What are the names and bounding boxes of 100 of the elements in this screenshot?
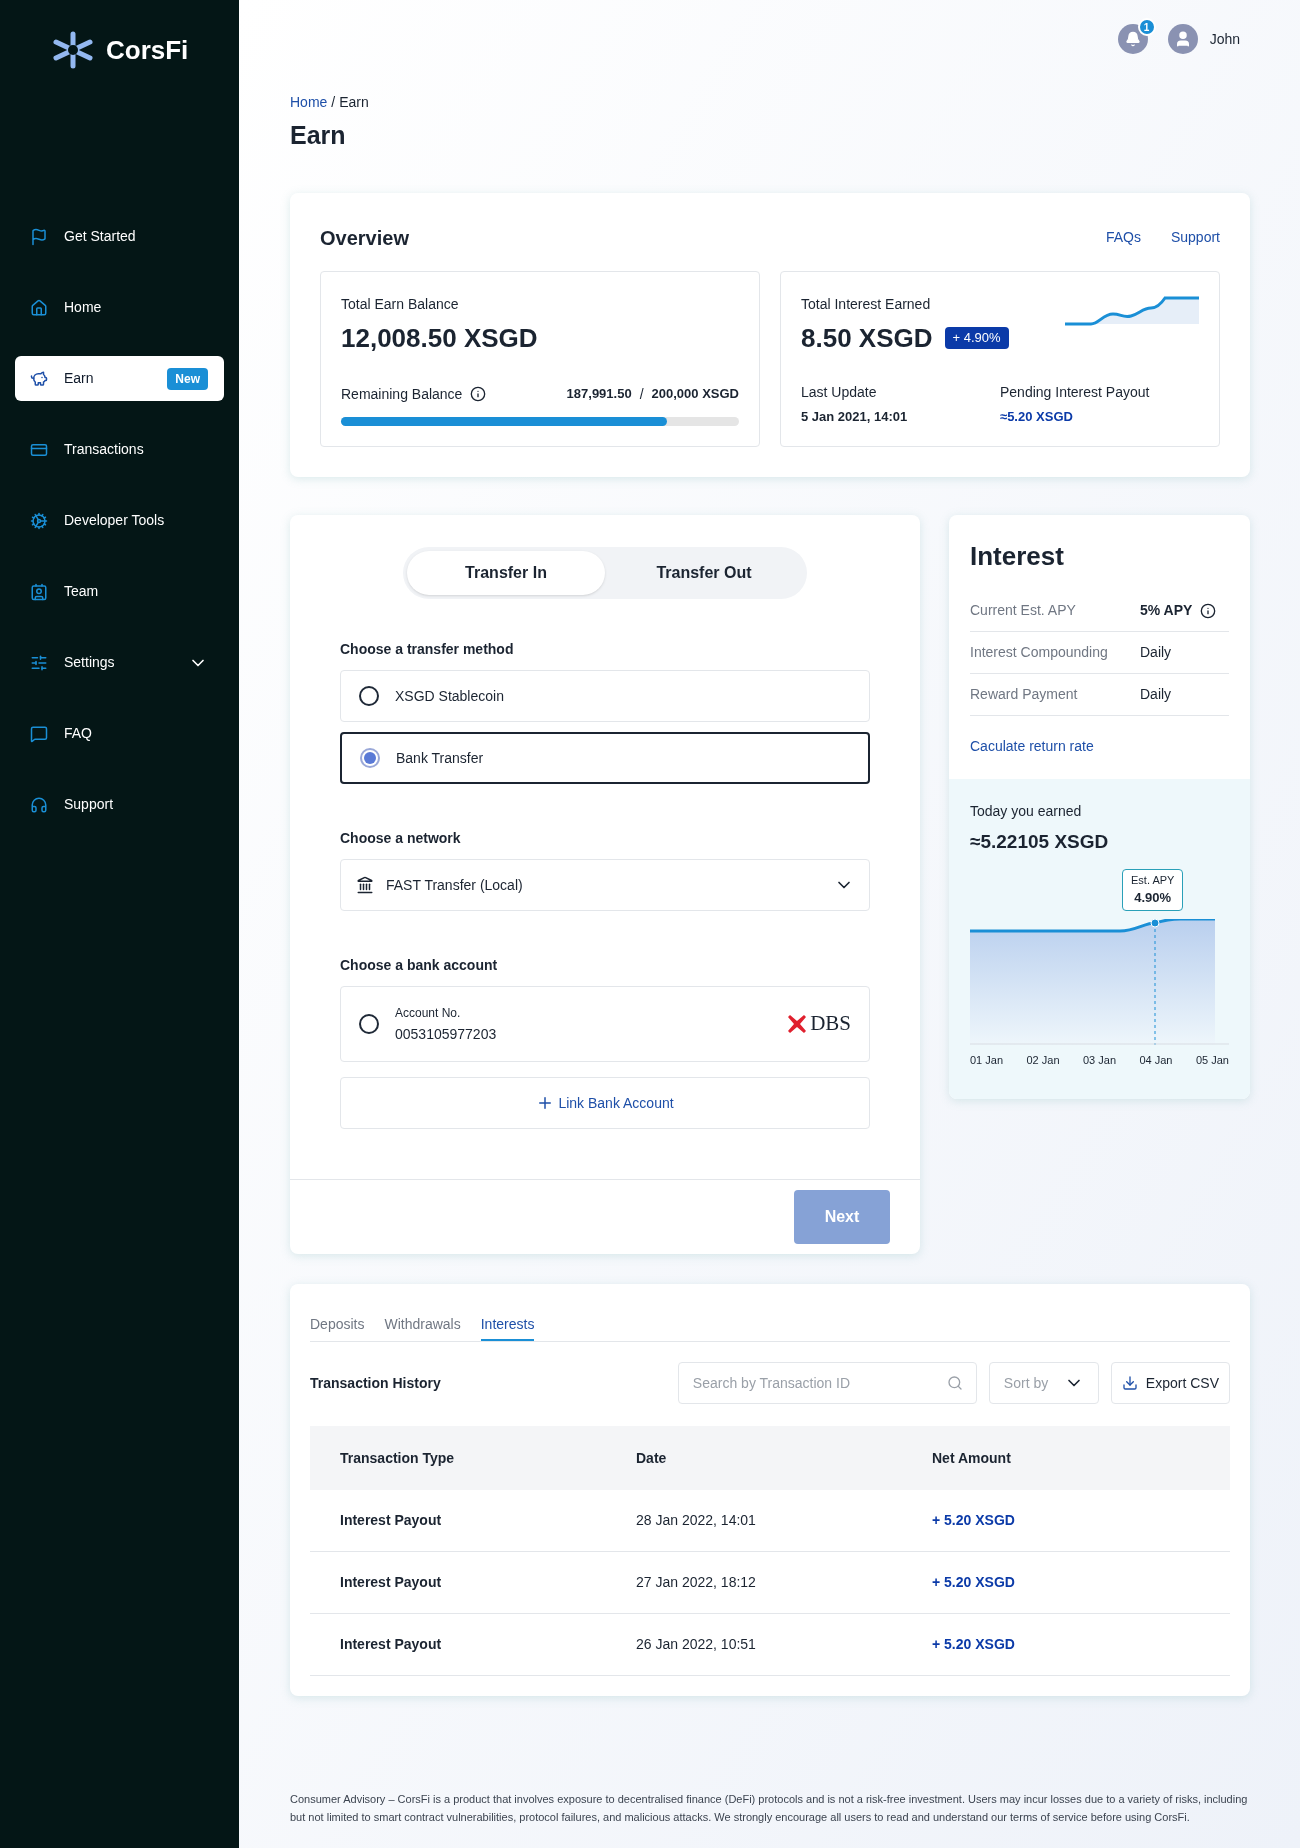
sidebar-item[interactable]: FAQ [15, 711, 224, 756]
sidebar-label: Settings [64, 653, 116, 672]
method-option[interactable]: XSGD Stablecoin [340, 670, 870, 722]
table-cell-text: + 5.20 XSGD [932, 1511, 1016, 1530]
breadcrumb-link[interactable]: Home [290, 92, 328, 113]
radio-button[interactable] [359, 1014, 379, 1034]
column-header: Transaction Type [340, 1448, 456, 1468]
column-header: Date [636, 1448, 668, 1468]
history-tab[interactable]: Deposits [310, 1314, 365, 1341]
download-icon [1121, 1375, 1138, 1391]
sidebar-label: Transactions [64, 440, 145, 459]
radio-button[interactable] [360, 748, 380, 768]
remaining-total: 200,000 XSGD [651, 385, 739, 404]
remaining-label: Remaining Balance [341, 384, 463, 404]
network-label: Choose a network [340, 829, 462, 848]
axis-label: 05 Jan [1195, 1053, 1229, 1068]
axis-label: 02 Jan [1026, 1053, 1060, 1068]
change-badge: + 4.90% [944, 327, 1009, 349]
sidebar-label: Support [64, 795, 115, 814]
table-cell-text: 26 Jan 2022, 10:51 [636, 1635, 757, 1654]
notification-count: 1 [1137, 18, 1156, 36]
method-option[interactable]: Bank Transfer [340, 732, 870, 784]
sidebar-label: Earn [64, 369, 95, 388]
bank-icon [356, 876, 374, 894]
link-bank-account-button[interactable]: Link Bank Account [340, 1077, 870, 1129]
house-icon [30, 298, 48, 317]
method-label-text: Bank Transfer [396, 748, 484, 768]
page-title: Earn [290, 120, 347, 151]
user-name[interactable]: John [1209, 28, 1240, 50]
balance-label: Total Earn Balance [341, 294, 460, 314]
table-cell-text: Interest Payout [340, 1511, 443, 1530]
history-tab[interactable]: Interests [480, 1314, 535, 1341]
sidebar-label: Home [64, 298, 103, 317]
pending-payout-value: ≈5.20 XSGD [1000, 407, 1074, 426]
today-earned-value: ≈5.22105 XSGD [970, 830, 1110, 854]
sidebar-item[interactable]: Settings [15, 640, 224, 685]
sidebar-item[interactable]: Developer Tools [15, 498, 224, 543]
sidebar-item[interactable]: Get Started [15, 214, 224, 259]
calculate-link[interactable]: Caculate return rate [970, 736, 1229, 757]
table-cell-text: Interest Payout [340, 1635, 443, 1654]
consumer-advisory-text: Consumer Advisory – CorsFi is a product that involves exposure to decentralised finance (DeFi) protocols and is not a risk-free investment. Users may incur losses due to a variety of risks, including but not limited to smart contract vulnerabilities, protocol failures, and malicious attacks. We strongly encourage all users to read and understand our terms of service before using CorsFi. [290, 1792, 1249, 1825]
sidebar-item[interactable]: Earn New [15, 356, 224, 401]
export-csv-button[interactable]: Export CSV [1110, 1362, 1230, 1404]
info-icon[interactable] [470, 386, 487, 402]
sidebar-item[interactable]: Team [15, 569, 224, 614]
brand-name: CorsFi [106, 33, 189, 67]
remaining-used: 187,991.50 [566, 385, 632, 404]
column-header: Net Amount [932, 1448, 1012, 1468]
gear-icon [30, 511, 48, 530]
sidebar-item[interactable]: Home [15, 285, 224, 330]
overview-link[interactable]: Support [1170, 227, 1220, 248]
method-label-text: XSGD Stablecoin [395, 686, 504, 706]
search-field[interactable]: Search by Transaction ID [677, 1362, 977, 1404]
balance-value: 12,008.50 XSGD [341, 321, 539, 355]
interest-row-value: Daily [1140, 685, 1172, 704]
method-label: Choose a transfer method [340, 640, 515, 659]
chart-tooltip: Est. APY 4.90% [1122, 868, 1184, 911]
last-update-value: 5 Jan 2021, 14:01 [801, 407, 909, 426]
transfer-tab[interactable]: Transfer In [407, 551, 605, 595]
sidebar-label: Developer Tools [64, 511, 166, 530]
sidebar-item[interactable]: Transactions [15, 427, 224, 472]
bank-name: DBS [810, 1010, 851, 1038]
axis-label: 01 Jan [970, 1053, 1004, 1068]
account-number: 0053105977203 [395, 1024, 498, 1044]
history-title: Transaction History [310, 1373, 442, 1393]
interest-row-value: Daily [1140, 643, 1172, 662]
overview-title: Overview [320, 225, 410, 251]
overview-link[interactable]: FAQs [1105, 227, 1141, 248]
interest-row-label: Interest Compounding [970, 643, 1109, 662]
table-cell-text: + 5.20 XSGD [932, 1635, 1016, 1654]
bell-icon [1124, 31, 1141, 47]
bank-account-option[interactable]: Account No. 0053105977203 DBS [340, 986, 870, 1062]
interest-earned-value: 8.50 XSGD [801, 321, 933, 355]
radio-button[interactable] [359, 686, 379, 706]
transfer-tab[interactable]: Transfer Out [605, 551, 803, 595]
network-select[interactable]: FAST Transfer (Local) [340, 859, 870, 911]
flag-icon [30, 227, 48, 246]
sidebar-item[interactable]: Support [15, 782, 224, 827]
notification-button[interactable] [1117, 24, 1148, 54]
bank-logo-icon [788, 1015, 807, 1033]
info-icon[interactable] [1200, 602, 1217, 619]
interest-row-label: Reward Payment [970, 685, 1079, 704]
table-cell-text: + 5.20 XSGD [932, 1573, 1016, 1592]
account-label: Choose a bank account [340, 956, 499, 975]
piggy-bank-icon [30, 369, 48, 388]
search-icon [946, 1375, 963, 1391]
account-no-label: Account No. [395, 1004, 462, 1022]
breadcrumb-separator: / [331, 93, 336, 112]
history-tab[interactable]: Withdrawals [384, 1314, 461, 1341]
contact-card-icon [30, 582, 48, 601]
pending-payout-label: Pending Interest Payout [1000, 382, 1151, 402]
interest-title: Interest [970, 540, 1065, 573]
sidebar-label: Get Started [64, 227, 137, 246]
interest-row-label: Current Est. APY [970, 601, 1077, 620]
breadcrumb-current: Earn [339, 93, 369, 112]
headphones-icon [30, 795, 48, 814]
sidebar-label: FAQ [64, 724, 93, 743]
interest-earned-label: Total Interest Earned [801, 294, 932, 314]
user-avatar-icon[interactable] [1167, 24, 1198, 54]
table-cell-text: 28 Jan 2022, 14:01 [636, 1511, 757, 1530]
